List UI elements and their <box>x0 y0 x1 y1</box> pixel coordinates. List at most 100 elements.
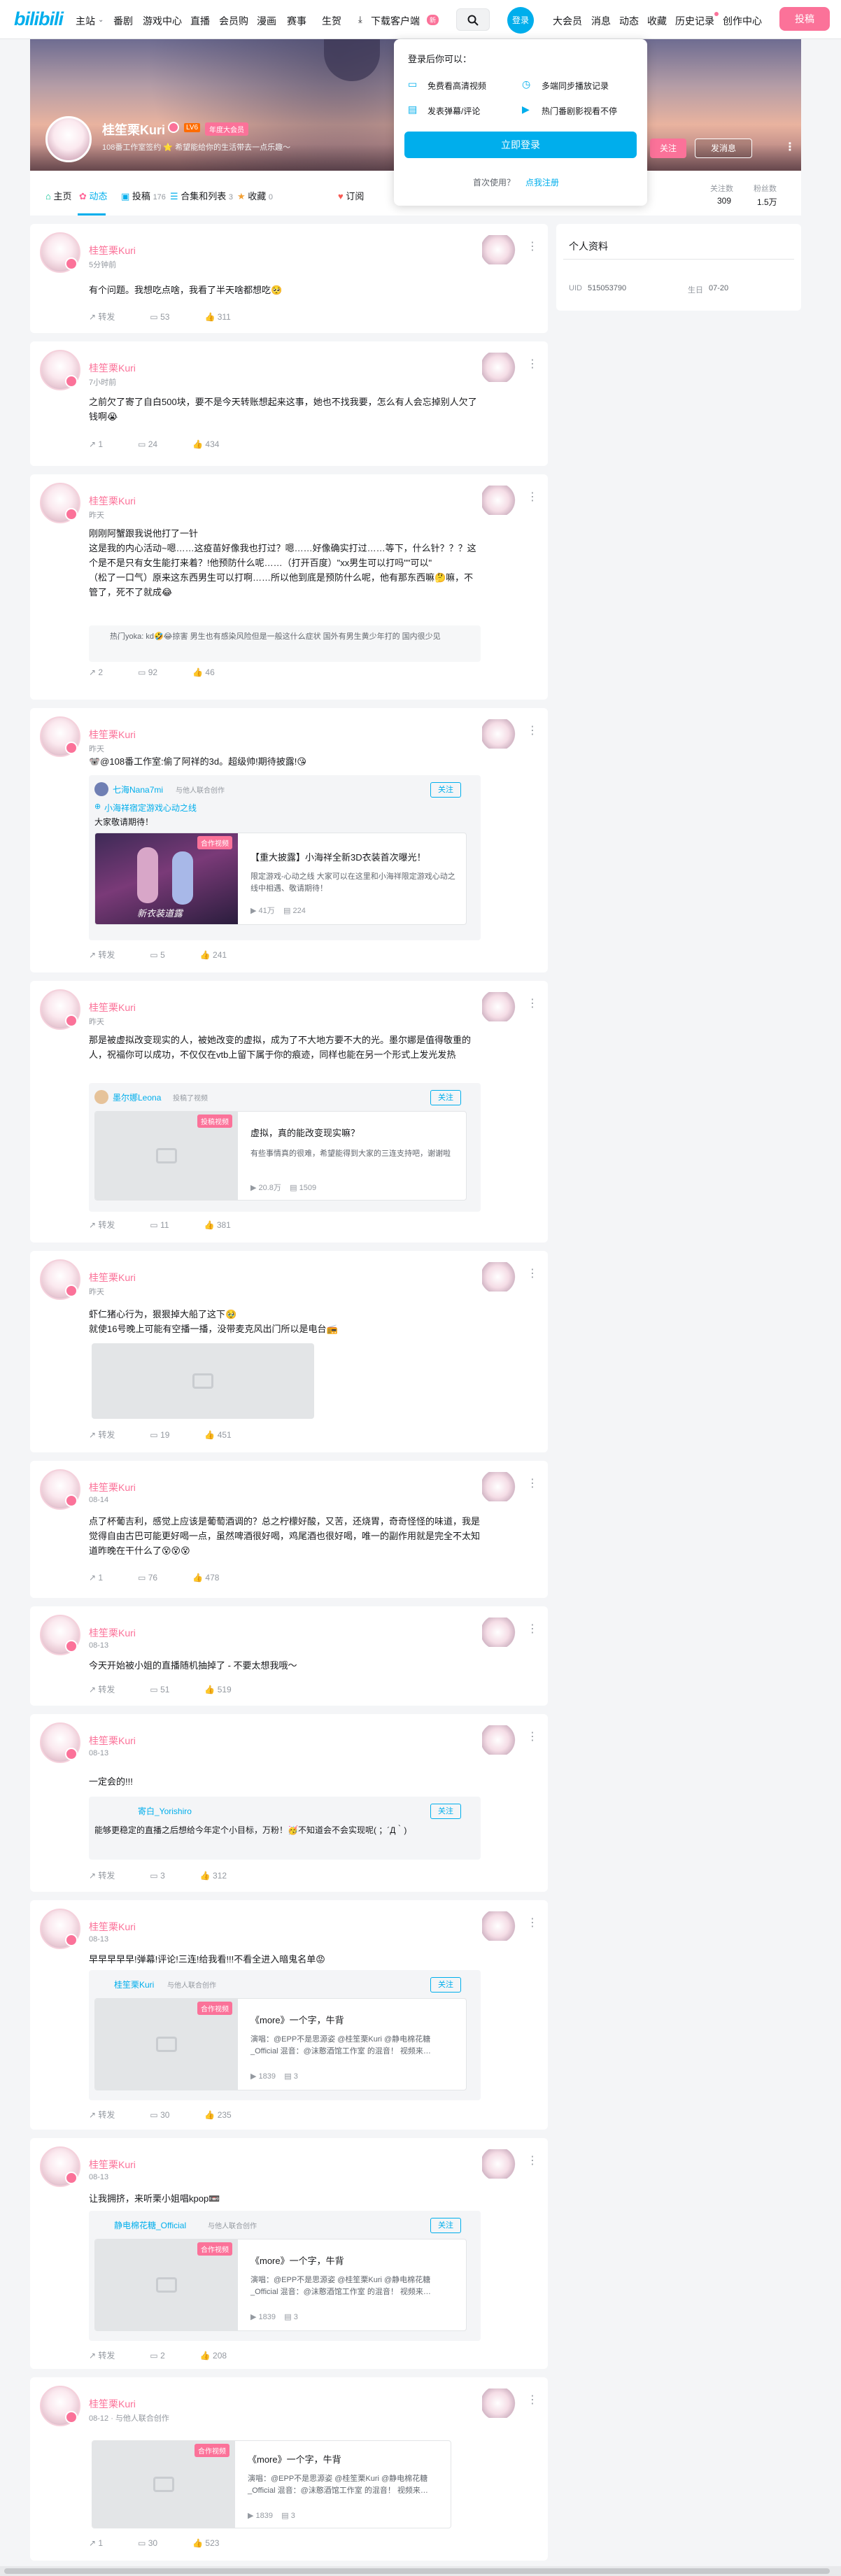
forwarded-username[interactable]: 七海Nana7mi <box>113 784 163 795</box>
forward-button[interactable]: ↗ 转发 <box>89 1683 115 1695</box>
more-icon[interactable]: ⋮ <box>527 1622 538 1636</box>
more-icon[interactable]: ⋮ <box>527 996 538 1010</box>
more-icon[interactable]: ⋮ <box>527 357 538 371</box>
post-username[interactable]: 桂笙栗Kuri <box>89 1271 136 1285</box>
comment-button[interactable]: ▭ 24 <box>138 439 157 449</box>
more-icon[interactable]: ⋮ <box>527 2153 538 2167</box>
post-username[interactable]: 桂笙栗Kuri <box>89 2397 136 2411</box>
more-icon[interactable]: ⋮ <box>784 140 796 154</box>
forwarded-username[interactable]: 墨尔娜Leona <box>113 1091 161 1103</box>
follow-button[interactable]: 关注 <box>430 1804 461 1819</box>
scrollbar-thumb[interactable] <box>4 2568 830 2574</box>
forwarded-username[interactable]: 寄白_Yorishiro <box>138 1805 192 1817</box>
nav-live[interactable]: 直播 <box>190 14 210 28</box>
video-card[interactable]: 合作视频 《more》一个字，牛背 演唱：@EPP不是思源姿 @桂笙栗Kuri … <box>92 2440 451 2528</box>
like-button[interactable]: 👍 235 <box>204 2110 231 2120</box>
post-username[interactable]: 桂笙栗Kuri <box>89 494 136 508</box>
more-icon[interactable]: ⋮ <box>527 1266 538 1280</box>
comment-button[interactable]: ▭ 76 <box>138 1573 157 1583</box>
nav-mall[interactable]: 会员购 <box>219 14 248 28</box>
follow-button[interactable]: 关注 <box>430 1090 461 1105</box>
horizontal-scrollbar[interactable] <box>0 2566 841 2576</box>
follow-button[interactable]: 关注 <box>430 1977 461 1993</box>
follow-count[interactable]: 309 <box>717 196 731 206</box>
nav-dynamics[interactable]: 动态 <box>619 14 639 28</box>
nav-manga[interactable]: 漫画 <box>257 14 276 28</box>
video-card[interactable]: 新衣装道露 合作视频 【重大披露】小海祥全新3D衣装首次曝光！ 限定游戏-心动之… <box>94 833 467 925</box>
like-button[interactable]: 👍 478 <box>192 1573 219 1583</box>
comment-button[interactable]: ▭ 92 <box>138 667 157 677</box>
forward-button[interactable]: ↗ 转发 <box>89 2109 115 2121</box>
comment-button[interactable]: ▭ 53 <box>150 312 169 322</box>
more-icon[interactable]: ⋮ <box>527 2393 538 2407</box>
forward-button[interactable]: ↗ 1 <box>89 439 103 449</box>
post-username[interactable]: 桂笙栗Kuri <box>89 728 136 742</box>
post-username[interactable]: 桂笙栗Kuri <box>89 243 136 257</box>
comment-button[interactable]: ▭ 30 <box>138 2538 157 2548</box>
nav-main[interactable]: 主站 <box>76 14 95 28</box>
nav-anime[interactable]: 番剧 <box>113 14 133 28</box>
hot-comment[interactable]: 热门yoka: kd🤣😂掠害 男生也有感染风险但是一般这什么症状 国外有男生黄少… <box>89 625 481 662</box>
forwarded-username[interactable]: 桂笙栗Kuri <box>114 1979 154 1990</box>
follow-button[interactable]: 关注 <box>650 139 686 158</box>
comment-button[interactable]: ▭ 11 <box>150 1220 169 1230</box>
comment-button[interactable]: ▭ 2 <box>150 2351 164 2361</box>
forward-button[interactable]: ↗ 转发 <box>89 1219 115 1231</box>
nav-messages[interactable]: 消息 <box>591 14 611 28</box>
video-card[interactable]: 合作视频 《more》一个字，牛背 演唱：@EPP不是思源姿 @桂笙栗Kuri … <box>94 2239 467 2331</box>
like-button[interactable]: 👍 46 <box>192 667 215 677</box>
nav-download-client[interactable]: 下载客户端 <box>371 14 420 28</box>
post-username[interactable]: 桂笙栗Kuri <box>89 361 136 375</box>
login-now-button[interactable]: 立即登录 <box>404 132 637 158</box>
forwarded-username[interactable]: 静电棉花糖_Official <box>114 2219 186 2231</box>
forwarded-post[interactable]: 寄白_Yorishiro 关注 能够更稳定的直播之后想给今年定个小目标，万粉！🥳… <box>89 1797 481 1860</box>
tab-videos[interactable]: ▣ 投稿 176 <box>121 189 166 202</box>
more-icon[interactable]: ⋮ <box>527 490 538 504</box>
register-link[interactable]: 点我注册 <box>525 176 559 188</box>
upload-button[interactable]: 投稿 <box>779 7 830 31</box>
forwarded-post[interactable]: 七海Nana7mi 与他人联合创作 关注 ⊕ 小海祥宿定游戏心动之线 大家敬请期… <box>89 775 481 940</box>
nav-vip[interactable]: 大会员 <box>553 14 582 28</box>
forward-button[interactable]: ↗ 转发 <box>89 1869 115 1881</box>
nav-history[interactable]: 历史记录 <box>675 14 714 28</box>
video-card[interactable]: 合作视频 《more》一个字，牛背 演唱：@EPP不是思源姿 @桂笙栗Kuri … <box>94 1998 467 2090</box>
forward-button[interactable]: ↗ 1 <box>89 2538 103 2548</box>
like-button[interactable]: 👍 241 <box>200 950 227 960</box>
tab-dynamic[interactable]: ✿ 动态 <box>79 189 108 202</box>
more-icon[interactable]: ⋮ <box>527 723 538 737</box>
nav-creator-center[interactable]: 创作中心 <box>723 14 762 28</box>
profile-avatar[interactable] <box>45 116 92 162</box>
forward-button[interactable]: ↗ 转发 <box>89 949 115 961</box>
post-username[interactable]: 桂笙栗Kuri <box>89 1920 136 1934</box>
nav-birthday[interactable]: 生贺 <box>322 14 341 28</box>
comment-button[interactable]: ▭ 5 <box>150 950 164 960</box>
tab-subscriptions[interactable]: ♥ 订阅 <box>338 189 364 202</box>
tab-collections[interactable]: ☰ 合集和列表 3 <box>170 189 233 202</box>
follow-button[interactable]: 关注 <box>430 2218 461 2233</box>
follow-button[interactable]: 关注 <box>430 782 461 798</box>
like-button[interactable]: 👍 312 <box>200 1871 227 1881</box>
post-image[interactable] <box>92 1343 314 1419</box>
forward-button[interactable]: ↗ 转发 <box>89 311 115 323</box>
forward-button[interactable]: ↗ 转发 <box>89 1429 115 1441</box>
like-button[interactable]: 👍 381 <box>204 1220 231 1230</box>
forward-button[interactable]: ↗ 1 <box>89 1573 103 1583</box>
more-icon[interactable]: ⋮ <box>527 1476 538 1490</box>
post-username[interactable]: 桂笙栗Kuri <box>89 1734 136 1748</box>
tab-favorites[interactable]: ★ 收藏 0 <box>237 189 273 202</box>
video-card[interactable]: 投稿视频 虚拟，真的能改变现实嘛？ 有些事情真的很难，希望能得到大家的三连支持吧… <box>94 1111 467 1201</box>
nav-esports[interactable]: 赛事 <box>287 14 306 28</box>
more-icon[interactable]: ⋮ <box>527 1729 538 1743</box>
post-username[interactable]: 桂笙栗Kuri <box>89 1480 136 1494</box>
fans-count[interactable]: 1.5万 <box>757 196 777 208</box>
like-button[interactable]: 👍 523 <box>192 2538 219 2548</box>
like-button[interactable]: 👍 519 <box>204 1685 231 1694</box>
like-button[interactable]: 👍 311 <box>204 312 230 322</box>
forwarded-post[interactable]: 墨尔娜Leona 投稿了视频 关注 投稿视频 虚拟，真的能改变现实嘛？ 有些事情… <box>89 1083 481 1212</box>
nav-favorites[interactable]: 收藏 <box>647 14 667 28</box>
nav-game-center[interactable]: 游戏中心 <box>143 14 182 28</box>
like-button[interactable]: 👍 451 <box>204 1430 231 1440</box>
tab-home[interactable]: ⌂ 主页 <box>45 189 72 202</box>
comment-button[interactable]: ▭ 19 <box>150 1430 169 1440</box>
topic-link[interactable]: 小海祥宿定游戏心动之线 <box>104 802 197 814</box>
